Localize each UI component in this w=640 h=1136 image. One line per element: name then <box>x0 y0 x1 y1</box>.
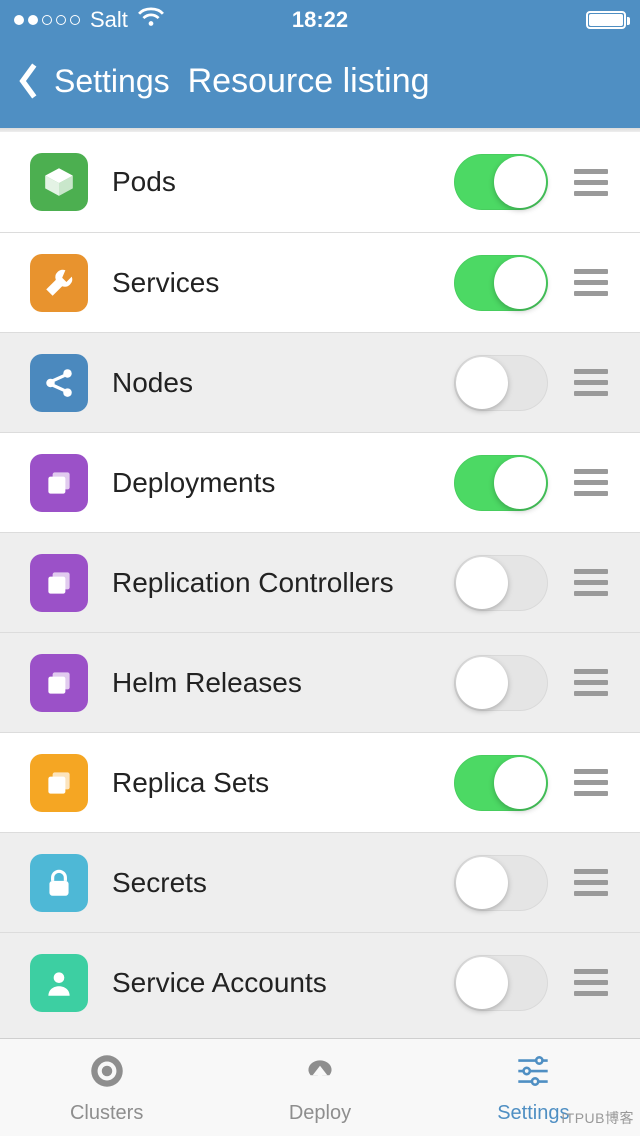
cube-icon <box>30 153 88 211</box>
tab-label: Deploy <box>289 1102 351 1125</box>
page-title: Resource listing <box>188 62 430 101</box>
reorder-handle[interactable] <box>572 369 610 396</box>
resource-label: Secrets <box>112 867 430 899</box>
toggle-replica-sets[interactable] <box>454 755 548 811</box>
resource-list: Pods Services Nodes Deployments Replication … <box>0 132 640 1032</box>
back-button[interactable] <box>14 59 44 103</box>
watermark: ITPUB博客 <box>561 1108 634 1128</box>
clusters-icon <box>86 1050 128 1098</box>
tab-deploy[interactable]: Deploy <box>213 1039 426 1136</box>
toggle-pods[interactable] <box>454 154 548 210</box>
back-label[interactable]: Settings <box>54 63 170 100</box>
resource-row-helm-releases: Helm Releases <box>0 632 640 732</box>
reorder-handle[interactable] <box>572 269 610 296</box>
lock-icon <box>30 854 88 912</box>
signal-dots-icon <box>14 15 80 25</box>
nav-bar: Settings Resource listing <box>0 40 640 128</box>
reorder-handle[interactable] <box>572 869 610 896</box>
deploy-icon <box>299 1050 341 1098</box>
resource-label: Services <box>112 267 430 299</box>
resource-row-secrets: Secrets <box>0 832 640 932</box>
reorder-handle[interactable] <box>572 569 610 596</box>
tab-label: Settings <box>497 1102 569 1125</box>
person-icon <box>30 954 88 1012</box>
resource-row-service-accounts: Service Accounts <box>0 932 640 1032</box>
reorder-handle[interactable] <box>572 169 610 196</box>
settings-sliders-icon <box>512 1050 554 1098</box>
resource-label: Replication Controllers <box>112 567 430 599</box>
toggle-service-accounts[interactable] <box>454 955 548 1011</box>
status-time: 18:22 <box>292 7 348 33</box>
carrier-label: Salt <box>90 7 128 33</box>
tab-clusters[interactable]: Clusters <box>0 1039 213 1136</box>
resource-label: Helm Releases <box>112 667 430 699</box>
toggle-nodes[interactable] <box>454 355 548 411</box>
resource-row-nodes: Nodes <box>0 332 640 432</box>
toggle-helm-releases[interactable] <box>454 655 548 711</box>
reorder-handle[interactable] <box>572 769 610 796</box>
share-icon <box>30 354 88 412</box>
resource-label: Pods <box>112 166 430 198</box>
resource-row-deployments: Deployments <box>0 432 640 532</box>
resource-label: Service Accounts <box>112 967 430 999</box>
reorder-handle[interactable] <box>572 669 610 696</box>
toggle-deployments[interactable] <box>454 455 548 511</box>
toggle-secrets[interactable] <box>454 855 548 911</box>
reorder-handle[interactable] <box>572 969 610 996</box>
tab-label: Clusters <box>70 1102 143 1125</box>
stack-icon <box>30 554 88 612</box>
toggle-services[interactable] <box>454 255 548 311</box>
resource-row-pods: Pods <box>0 132 640 232</box>
battery-icon <box>586 11 626 29</box>
resource-row-replication-controllers: Replication Controllers <box>0 532 640 632</box>
resource-label: Deployments <box>112 467 430 499</box>
status-bar: Salt 18:22 <box>0 0 640 40</box>
wrench-icon <box>30 254 88 312</box>
stack-icon <box>30 454 88 512</box>
resource-row-replica-sets: Replica Sets <box>0 732 640 832</box>
resource-row-services: Services <box>0 232 640 332</box>
tab-bar: Clusters Deploy Settings <box>0 1038 640 1136</box>
wifi-icon <box>138 7 164 33</box>
stack-icon <box>30 654 88 712</box>
toggle-replication-controllers[interactable] <box>454 555 548 611</box>
stack-icon <box>30 754 88 812</box>
resource-label: Replica Sets <box>112 767 430 799</box>
resource-label: Nodes <box>112 367 430 399</box>
reorder-handle[interactable] <box>572 469 610 496</box>
